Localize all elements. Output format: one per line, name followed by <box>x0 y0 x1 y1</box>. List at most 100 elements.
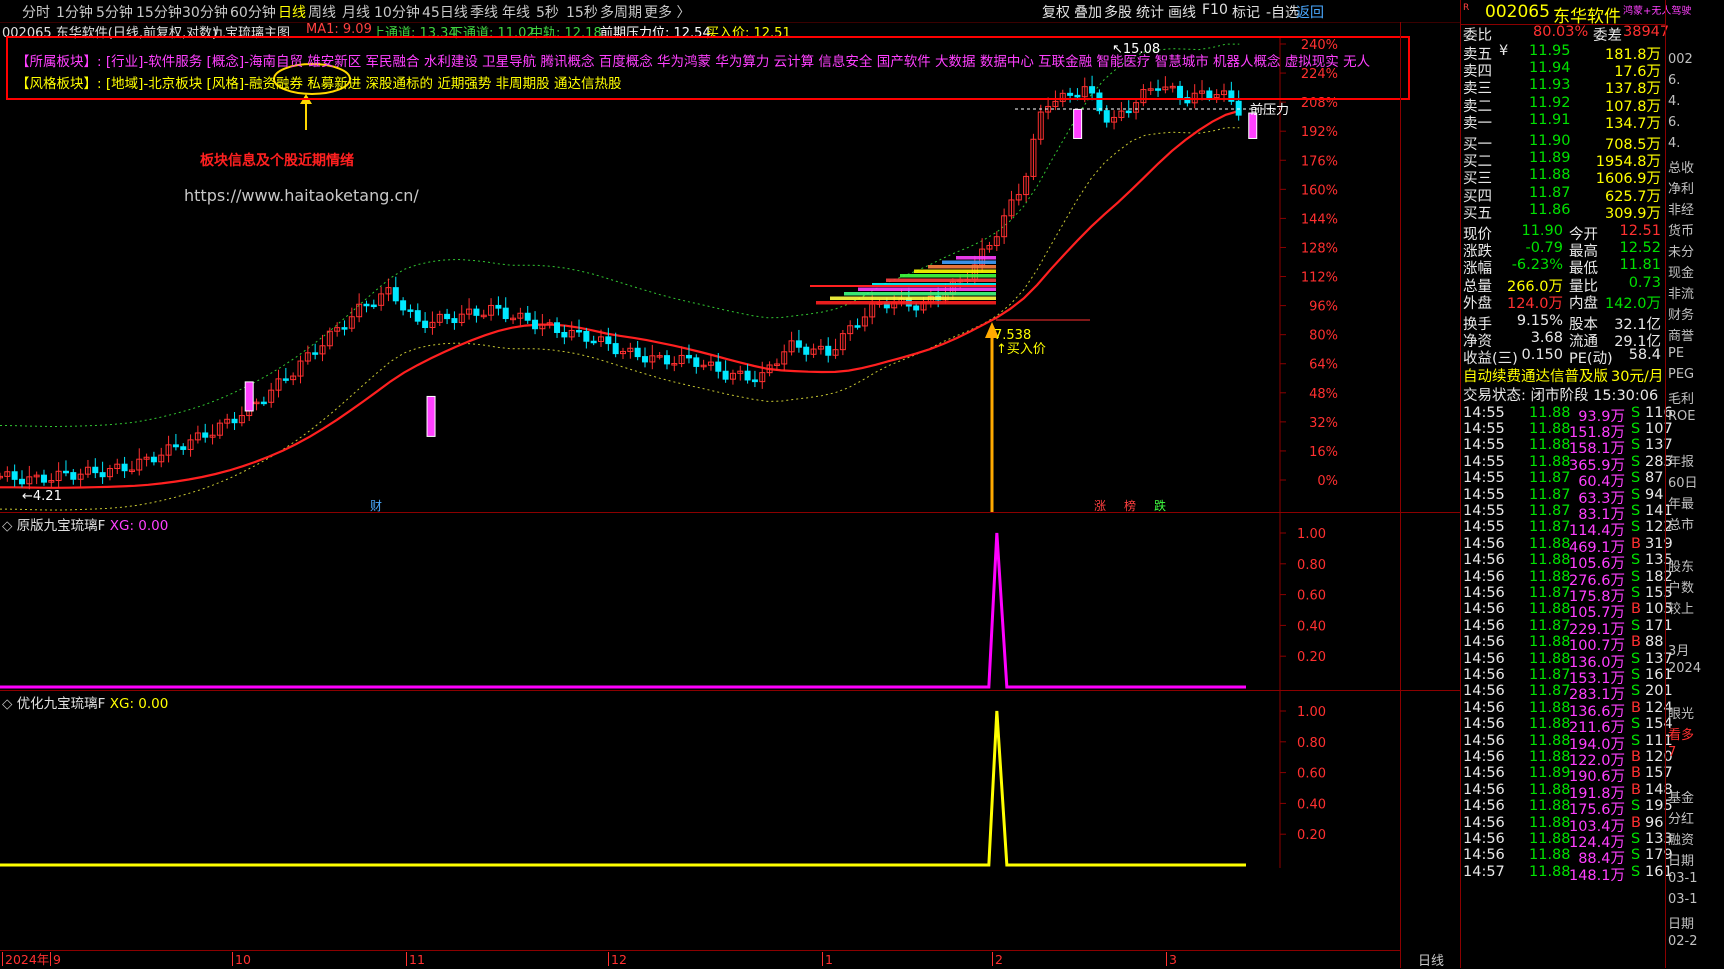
candle <box>11 471 18 480</box>
board-tag[interactable]: 雄安新区 <box>303 54 361 70</box>
board-tag[interactable]: [风格]-融资融券 <box>202 76 303 92</box>
period-tab[interactable]: 月线 <box>342 2 370 22</box>
f10-item[interactable]: 商誉 <box>1668 325 1694 344</box>
period-tab[interactable]: 15秒 <box>566 2 598 22</box>
board-tag[interactable]: 华为鸿蒙 <box>653 54 711 70</box>
bid-row: 买三 11.88 1606.9万 <box>1461 167 1665 187</box>
board-tag[interactable]: 云计算 <box>769 54 815 70</box>
period-tab[interactable]: 年线 <box>502 2 530 22</box>
toolbar-button[interactable]: 返回 <box>1296 2 1324 22</box>
board-tag[interactable]: 华为算力 <box>711 54 769 70</box>
sub-indicator-chart-1[interactable]: 1.00 0.80 0.60 0.40 0.20 <box>0 513 1400 690</box>
main-kline-chart[interactable]: 240%224%208%192%176%160%144%128%112%96%8… <box>0 38 1400 512</box>
board-tag[interactable]: 通达信热股 <box>550 76 622 92</box>
board-tag[interactable]: 国产软件 <box>872 54 931 70</box>
f10-item[interactable]: 财务 <box>1668 304 1694 323</box>
board-tag[interactable]: [概念]-海南自贸 <box>202 54 303 70</box>
f10-item[interactable]: 融资 <box>1668 829 1694 848</box>
promo-row[interactable]: 自动续费通达信普及版 30元/月 <box>1461 365 1665 385</box>
toolbar-button[interactable]: 叠加 <box>1074 2 1102 22</box>
board-tag[interactable]: 大数据 <box>931 54 976 70</box>
f10-item[interactable]: PEG <box>1668 367 1694 382</box>
board-tag[interactable]: [行业]-软件服务 <box>106 54 202 70</box>
toolbar-button[interactable]: 统计 <box>1136 2 1164 22</box>
toolbar-button[interactable]: 画线 <box>1168 2 1196 22</box>
board-tag[interactable]: 卫星导航 <box>478 54 536 70</box>
period-tab[interactable]: 多周期 <box>600 2 642 22</box>
board-tag[interactable]: 腾讯概念 <box>536 54 594 70</box>
f10-item[interactable]: 年最 <box>1668 493 1694 512</box>
board-tag[interactable]: 智慧城市 <box>1150 54 1209 70</box>
f10-item[interactable]: 6. <box>1668 73 1680 88</box>
board-tag[interactable]: 水利建设 <box>420 54 478 70</box>
toolbar-button[interactable]: 复权 <box>1042 2 1070 22</box>
f10-item[interactable]: 看多 <box>1668 724 1694 743</box>
f10-item[interactable]: 02-2 <box>1668 934 1698 949</box>
f10-item[interactable]: 眼光 <box>1668 703 1694 722</box>
f10-item[interactable]: 总收 <box>1668 157 1694 176</box>
board-tag[interactable]: 互联金融 <box>1034 54 1092 70</box>
f10-item[interactable]: 基金 <box>1668 787 1694 806</box>
f10-item[interactable]: 总市 <box>1668 514 1694 533</box>
board-tag[interactable]: 非周期股 <box>491 76 550 92</box>
f10-item[interactable]: PE <box>1668 346 1684 361</box>
toolbar-button[interactable]: -自选 <box>1266 2 1299 22</box>
f10-item[interactable]: 现金 <box>1668 262 1694 281</box>
f10-item[interactable]: 03-1 <box>1668 871 1698 886</box>
f10-item[interactable]: 净利 <box>1668 178 1694 197</box>
toolbar-button[interactable]: F10 <box>1202 2 1228 18</box>
f10-item[interactable]: 货币 <box>1668 220 1694 239</box>
board-tag[interactable]: 虚拟现实 <box>1281 54 1339 70</box>
f10-item[interactable]: 毛利 <box>1668 388 1694 407</box>
period-tab[interactable]: 30分钟 <box>182 2 228 22</box>
board-tag[interactable]: 百度概念 <box>594 54 653 70</box>
f10-item[interactable]: 002 <box>1668 52 1693 67</box>
f10-item[interactable]: 03-1 <box>1668 892 1698 907</box>
period-tab[interactable]: 45日线 <box>422 2 468 22</box>
period-tab[interactable]: 更多 〉 <box>644 2 690 22</box>
toolbar-button[interactable]: 多股 <box>1104 2 1132 22</box>
board-tag[interactable]: [地域]-北京板块 <box>106 76 202 92</box>
f10-item[interactable]: 非流 <box>1668 283 1694 302</box>
f10-item[interactable]: 分红 <box>1668 808 1694 827</box>
board-tag[interactable]: 智能医疗 <box>1092 54 1150 70</box>
board-tag[interactable]: 深股通标的 <box>361 76 434 92</box>
f10-item[interactable]: 未分 <box>1668 241 1694 260</box>
toolbar-button[interactable]: 标记 <box>1232 2 1260 22</box>
f10-item[interactable]: ROE <box>1668 409 1695 424</box>
f10-item[interactable]: 日期 <box>1668 850 1694 869</box>
f10-item[interactable]: 2024 <box>1668 661 1701 676</box>
period-tab[interactable]: 日线 <box>278 2 306 22</box>
period-tab[interactable]: 周线 <box>308 2 336 22</box>
f10-item[interactable]: 6. <box>1668 115 1680 130</box>
f10-item[interactable]: 户数 <box>1668 577 1694 596</box>
board-tag[interactable]: 信息安全 <box>814 54 872 70</box>
period-tab[interactable]: 60分钟 <box>230 2 276 22</box>
period-tab[interactable]: 1分钟 <box>56 2 93 22</box>
board-tag[interactable]: 军民融合 <box>361 54 420 70</box>
f10-item[interactable]: 60日 <box>1668 472 1698 491</box>
board-tag[interactable]: 近期强势 <box>433 76 491 92</box>
sub-indicator-chart-2[interactable]: 1.00 0.80 0.60 0.40 0.20 <box>0 691 1400 868</box>
period-tab[interactable]: 分时 <box>22 2 50 22</box>
f10-item[interactable]: 股东 <box>1668 556 1694 575</box>
period-tab[interactable]: 15分钟 <box>136 2 182 22</box>
board-tag[interactable]: 数据中心 <box>976 54 1034 70</box>
f10-item[interactable]: 日期 <box>1668 913 1694 932</box>
f10-item[interactable]: 较上 <box>1668 598 1694 617</box>
period-tab[interactable]: 10分钟 <box>374 2 420 22</box>
board-tag[interactable]: 私募新进 <box>303 76 361 92</box>
f10-item[interactable]: 4. <box>1668 94 1680 109</box>
period-tab[interactable]: 季线 <box>470 2 498 22</box>
period-tab[interactable]: 5分钟 <box>96 2 133 22</box>
f10-item[interactable]: 4. <box>1668 136 1680 151</box>
stat-row: 外盘 124.0万 内盘 142.0万 <box>1461 292 1665 312</box>
period-tab[interactable]: 5秒 <box>536 2 559 22</box>
f10-item[interactable]: 3月 <box>1668 640 1689 659</box>
board-tag[interactable]: 无人 <box>1339 54 1370 70</box>
weicha-label: 委差 <box>1593 28 1622 44</box>
f10-item[interactable]: 非经 <box>1668 199 1694 218</box>
f10-item[interactable]: 年报 <box>1668 451 1694 470</box>
f10-item[interactable]: 7 <box>1668 745 1676 760</box>
board-tag[interactable]: 机器人概念 <box>1209 54 1281 70</box>
